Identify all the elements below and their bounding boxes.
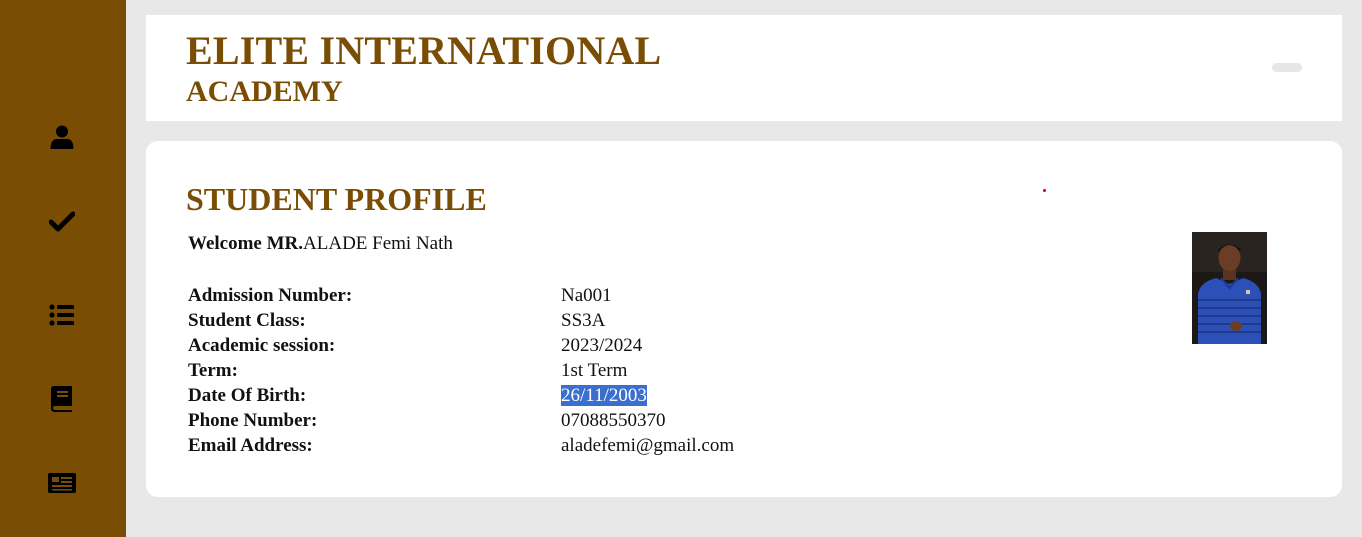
field-label: Student Class: [188,310,306,331]
table-row: Date Of Birth: 26/11/2003 [188,383,734,408]
field-value-email-address: aladefemi@gmail.com [561,435,735,456]
school-name: ELITE INTERNATIONAL [186,28,662,73]
red-dot-marker [1043,189,1046,192]
field-label: Email Address: [188,435,313,456]
table-row: Admission Number: Na001 [188,283,734,308]
student-name: ALADE Femi Nath [303,233,453,254]
field-label: Term: [188,360,238,381]
table-row: Term: 1st Term [188,358,734,383]
field-value-term: 1st Term [561,360,628,381]
table-row: Email Address: aladefemi@gmail.com [188,433,734,458]
header: ELITE INTERNATIONAL ACADEMY [146,15,1342,121]
check-icon [49,211,75,232]
student-photo-image [1192,232,1267,344]
table-row: Academic session: 2023/2024 [188,333,734,358]
list-icon [49,304,74,326]
field-label: Academic session: [188,335,336,356]
sidebar-item-news[interactable] [48,469,76,497]
student-info-table: Admission Number: Na001 Student Class: S… [188,283,734,458]
sidebar-item-list[interactable] [48,301,76,329]
sidebar-item-results[interactable] [48,207,76,235]
header-toggle-button[interactable] [1272,63,1302,72]
field-value-academic-session: 2023/2024 [561,335,643,356]
field-label: Admission Number: [188,285,353,306]
table-row: Phone Number: 07088550370 [188,408,734,433]
sidebar [0,0,126,537]
sidebar-item-books[interactable] [48,385,76,413]
welcome-prefix: Welcome MR. [188,233,304,254]
field-value-admission-number: Na001 [561,285,612,306]
field-label: Date Of Birth: [188,385,307,406]
page-title: STUDENT PROFILE [186,181,487,217]
welcome-message: Welcome MR.ALADE Femi Nath [188,233,453,255]
user-icon [50,125,74,149]
book-icon [51,386,72,412]
field-value-date-of-birth: 26/11/2003 [561,383,734,408]
school-name-subtitle: ACADEMY [186,75,343,108]
newspaper-icon [48,473,76,493]
field-value-phone-number: 07088550370 [561,410,666,431]
student-profile-card: STUDENT PROFILE Welcome MR.ALADE Femi Na… [146,141,1342,497]
field-label: Phone Number: [188,410,318,431]
table-row: Student Class: SS3A [188,308,734,333]
student-photo [1192,232,1267,344]
selected-text: 26/11/2003 [561,385,647,406]
sidebar-item-profile[interactable] [48,123,76,151]
field-value-student-class: SS3A [561,310,606,331]
